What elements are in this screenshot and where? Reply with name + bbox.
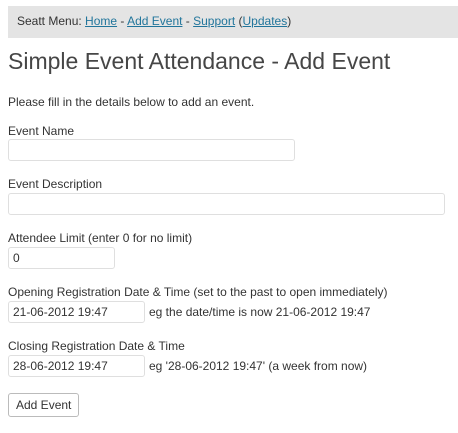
- menu-paren-close: ): [287, 14, 292, 28]
- event-description-label: Event Description: [8, 177, 103, 191]
- intro-text: Please fill in the details below to add …: [8, 95, 255, 109]
- opening-registration-input[interactable]: [8, 301, 145, 323]
- menu-separator: -: [117, 14, 128, 28]
- attendee-limit-input[interactable]: [8, 247, 115, 269]
- menu-link-support[interactable]: Support: [193, 14, 235, 28]
- menu-prefix: Seatt Menu:: [17, 14, 86, 28]
- menu-link-add-event[interactable]: Add Event: [127, 14, 182, 28]
- closing-registration-label: Closing Registration Date & Time: [8, 339, 185, 353]
- menu-separator: -: [182, 14, 194, 28]
- event-name-input[interactable]: [8, 139, 295, 161]
- menu-link-updates[interactable]: Updates: [243, 14, 288, 28]
- closing-registration-input[interactable]: [8, 355, 145, 377]
- add-event-button[interactable]: Add Event: [8, 393, 80, 417]
- closing-registration-hint: eg '28-06-2012 19:47' (a week from now): [149, 359, 368, 373]
- opening-registration-label: Opening Registration Date & Time (set to…: [8, 285, 388, 299]
- event-name-label: Event Name: [8, 124, 75, 138]
- attendee-limit-label: Attendee Limit (enter 0 for no limit): [8, 231, 193, 245]
- menu-link-home[interactable]: Home: [85, 14, 117, 28]
- menu-bar: Seatt Menu: Home - Add Event - Support (…: [8, 6, 458, 38]
- page-title: Simple Event Attendance - Add Event: [8, 48, 391, 74]
- menu-paren-open: (: [235, 14, 243, 28]
- event-description-input[interactable]: [8, 193, 445, 215]
- opening-registration-hint: eg the date/time is now 21-06-2012 19:47: [149, 305, 371, 319]
